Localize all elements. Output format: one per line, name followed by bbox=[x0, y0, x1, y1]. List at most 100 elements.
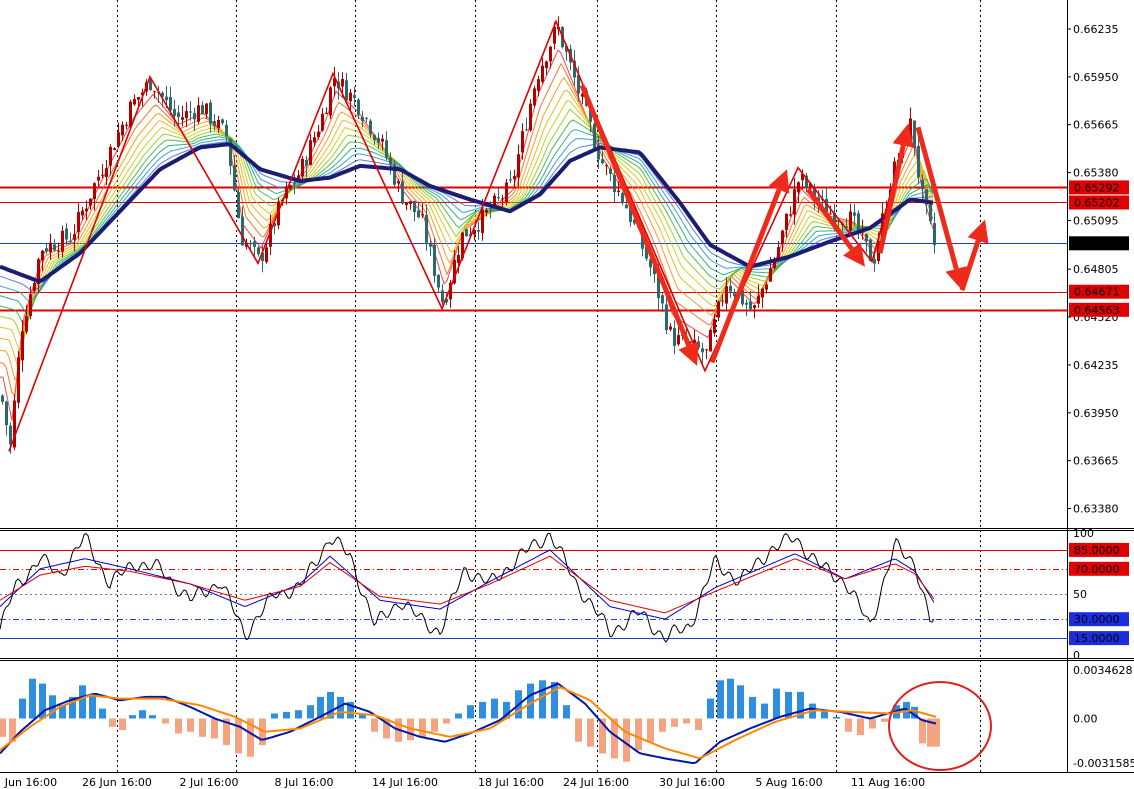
bull-candle bbox=[421, 214, 424, 216]
histogram-bar-negative bbox=[659, 718, 666, 732]
bear-candle bbox=[673, 327, 676, 346]
histogram-bar-positive bbox=[455, 713, 462, 719]
bear-candle bbox=[497, 197, 500, 198]
bear-candle bbox=[221, 119, 224, 124]
histogram-bar-negative bbox=[695, 718, 702, 731]
bear-candle bbox=[249, 242, 252, 245]
bull-candle bbox=[769, 268, 772, 282]
bear-candle bbox=[621, 193, 624, 204]
bull-candle bbox=[721, 300, 724, 302]
bear-candle bbox=[257, 247, 260, 255]
histogram-bar-positive bbox=[727, 678, 734, 719]
price-tag-label: 0.64959 bbox=[1074, 237, 1120, 250]
time-tick-label: 5 Aug 16:00 bbox=[755, 776, 822, 789]
histogram-bar-negative bbox=[881, 718, 888, 722]
bull-candle bbox=[289, 185, 292, 189]
histogram-bar-negative bbox=[175, 718, 182, 734]
price-tag-label: 85.0000 bbox=[1074, 544, 1120, 557]
bull-candle bbox=[709, 330, 712, 352]
bear-candle bbox=[201, 105, 204, 115]
bull-candle bbox=[21, 331, 24, 361]
bear-candle bbox=[665, 304, 668, 330]
histogram-bar-negative bbox=[0, 718, 6, 737]
bear-candle bbox=[477, 230, 480, 232]
histogram-bar-negative bbox=[211, 718, 218, 739]
bull-candle bbox=[41, 250, 44, 261]
bull-candle bbox=[485, 209, 488, 213]
bear-candle bbox=[65, 228, 68, 240]
bear-candle bbox=[865, 233, 868, 242]
bear-candle bbox=[233, 165, 236, 191]
oscillator-line bbox=[0, 682, 937, 765]
bear-candle bbox=[609, 168, 612, 174]
bear-candle bbox=[745, 302, 748, 305]
bull-candle bbox=[397, 181, 400, 184]
histogram-bar-positive bbox=[149, 715, 156, 719]
bull-candle bbox=[25, 316, 28, 332]
histogram-bar-negative bbox=[187, 718, 194, 732]
bear-candle bbox=[45, 248, 48, 252]
bear-candle bbox=[189, 111, 192, 113]
histogram-bar-positive bbox=[295, 710, 302, 719]
histogram-bar-positive bbox=[551, 682, 558, 719]
time-tick-label: 26 Jun 16:00 bbox=[82, 776, 152, 789]
bear-candle bbox=[305, 159, 308, 166]
time-tick-label: 24 Jul 16:00 bbox=[563, 776, 629, 789]
bear-candle bbox=[401, 181, 404, 204]
bear-candle bbox=[525, 129, 528, 131]
bull-candle bbox=[457, 255, 460, 264]
histogram-bar-positive bbox=[761, 703, 768, 719]
bear-candle bbox=[193, 113, 196, 120]
bear-candle bbox=[169, 97, 172, 111]
histogram-bar-negative bbox=[443, 718, 450, 724]
histogram-bar-negative bbox=[845, 718, 852, 732]
histogram-bar-negative bbox=[162, 718, 169, 724]
bear-candle bbox=[369, 120, 372, 134]
histogram-bar-positive bbox=[539, 680, 546, 719]
bull-candle bbox=[73, 234, 76, 240]
bear-candle bbox=[417, 210, 420, 218]
bear-candle bbox=[701, 348, 704, 353]
histogram-bar-negative bbox=[857, 718, 864, 736]
histogram-bar-negative bbox=[199, 718, 206, 737]
forecast-arrow-shaft bbox=[877, 144, 906, 254]
histogram-bar-positive bbox=[89, 695, 96, 719]
macd-panel bbox=[0, 678, 992, 771]
bear-candle bbox=[225, 124, 228, 136]
bull-candle bbox=[89, 198, 92, 206]
time-tick-label: Jun 16:00 bbox=[4, 776, 57, 789]
bull-candle bbox=[781, 230, 784, 245]
bull-candle bbox=[33, 283, 36, 291]
histogram-bar-negative bbox=[683, 718, 690, 724]
histogram-bar-negative bbox=[647, 718, 654, 742]
bear-candle bbox=[853, 212, 856, 216]
bear-candle bbox=[433, 244, 436, 276]
histogram-bar-positive bbox=[563, 705, 570, 719]
bear-candle bbox=[921, 180, 924, 189]
bear-candle bbox=[729, 285, 732, 292]
bull-candle bbox=[81, 210, 84, 216]
bull-candle bbox=[409, 201, 412, 204]
bull-candle bbox=[105, 168, 108, 177]
stochastic-line bbox=[0, 532, 935, 643]
bear-candle bbox=[613, 175, 616, 193]
histogram-bar-negative bbox=[623, 718, 630, 762]
bull-candle bbox=[757, 295, 760, 304]
histogram-bar-negative bbox=[431, 718, 438, 732]
bear-candle bbox=[593, 123, 596, 148]
stochastic-tick-label: 0 bbox=[1073, 649, 1080, 662]
bear-candle bbox=[1, 395, 4, 402]
bull-candle bbox=[265, 247, 268, 262]
histogram-bar-positive bbox=[99, 708, 106, 719]
bull-candle bbox=[541, 65, 544, 82]
histogram-bar-positive bbox=[129, 715, 136, 719]
bull-candle bbox=[125, 124, 128, 126]
bull-candle bbox=[793, 189, 796, 215]
bull-candle bbox=[677, 335, 680, 345]
chart-canvas[interactable]: 0.66235 0.65950 0.65665 0.65380 0.65095 0.648… bbox=[0, 0, 1134, 789]
bear-candle bbox=[857, 213, 860, 233]
bear-candle bbox=[9, 425, 12, 445]
price-tag-label: 70.0000 bbox=[1074, 563, 1120, 576]
stochastic-line bbox=[0, 549, 935, 620]
grid-layer bbox=[117, 0, 981, 773]
